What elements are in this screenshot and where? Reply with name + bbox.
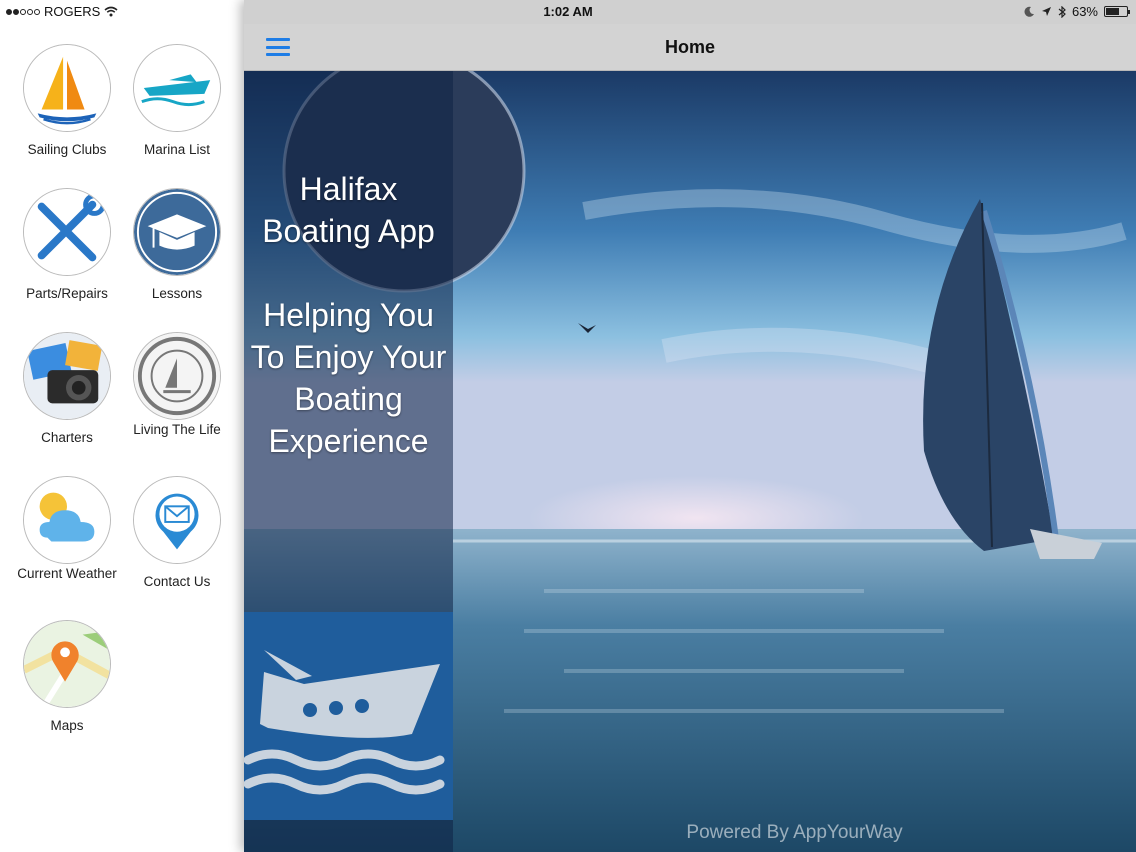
status-left: ROGERS <box>6 4 118 19</box>
battery-icon <box>1104 6 1130 17</box>
location-arrow-icon <box>1041 7 1051 16</box>
carrier-label: ROGERS <box>44 4 101 19</box>
cruising-stamp-icon <box>133 332 221 420</box>
menu-item-charters[interactable]: Charters <box>11 332 123 445</box>
menu-item-contact-us[interactable]: Contact Us <box>121 476 233 589</box>
menu-label: Sailing Clubs <box>27 142 107 157</box>
mail-pin-icon <box>133 476 221 564</box>
app-title: Halifax Boating App <box>262 171 435 249</box>
boat-logo-icon <box>244 650 445 795</box>
menu-label: Current Weather <box>17 566 117 581</box>
sailboat-icon <box>23 44 111 132</box>
map-pin-icon <box>23 620 111 708</box>
battery-percent: 63% <box>1071 4 1098 19</box>
moon-icon <box>1024 6 1034 17</box>
main-panel: Home Halifax Boating App Helping You To … <box>244 0 1136 852</box>
menu-item-marina-list[interactable]: Marina List <box>121 44 233 157</box>
menu-label: Charters <box>41 430 93 445</box>
signal-dots-icon <box>6 8 40 15</box>
weather-icon <box>23 476 111 564</box>
powered-by-footer: Powered By AppYourWay <box>686 822 903 843</box>
hero-banner: Halifax Boating App Helping You To Enjoy… <box>244 71 1136 852</box>
menu-item-living-the-life[interactable]: Living The Life <box>121 332 233 437</box>
menu-label: Parts/Repairs <box>26 286 108 301</box>
menu-label: Maps <box>50 718 84 733</box>
menu-label: Contact Us <box>143 574 211 589</box>
app-tagline: Helping You To Enjoy Your Boating Experi… <box>250 297 447 459</box>
bluetooth-icon <box>1058 5 1066 18</box>
speedboat-icon <box>133 44 221 132</box>
status-bar: ROGERS 1:02 AM 63% <box>0 0 1136 24</box>
boat-logo-tile <box>244 612 453 820</box>
hamburger-menu-icon[interactable] <box>266 38 290 56</box>
menu-item-maps[interactable]: Maps <box>11 620 123 733</box>
menu-label: Marina List <box>143 142 211 157</box>
status-right: 63% <box>1024 4 1130 19</box>
menu-label: Living The Life <box>133 422 221 437</box>
menu-label: Lessons <box>151 286 203 301</box>
menu-item-current-weather[interactable]: Current Weather <box>11 476 123 581</box>
tools-icon <box>23 188 111 276</box>
menu-item-lessons[interactable]: Lessons <box>121 188 233 301</box>
graduation-cap-icon <box>133 188 221 276</box>
battery-fill <box>1106 8 1119 15</box>
menu-item-sailing-clubs[interactable]: Sailing Clubs <box>11 44 123 157</box>
menu-item-parts-repairs[interactable]: Parts/Repairs <box>11 188 123 301</box>
camera-icon <box>23 332 111 420</box>
status-time: 1:02 AM <box>543 4 593 19</box>
side-drawer-menu: Sailing Clubs Marina List Parts/Repairs … <box>0 24 244 852</box>
page-title: Home <box>664 37 715 57</box>
navigation-bar: Home <box>244 24 1136 71</box>
wifi-icon <box>104 6 118 17</box>
